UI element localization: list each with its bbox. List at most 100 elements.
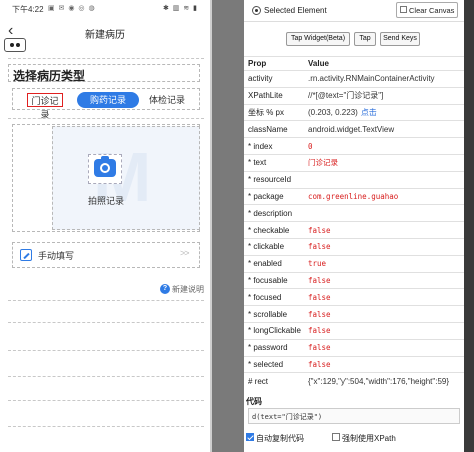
selected-element-radio[interactable] [252,6,261,15]
prop-value-text: 0 [308,141,313,151]
table-row: * resourceId [244,170,464,189]
prop-name-cell: * longClickable [244,321,304,340]
force-xpath-checkbox[interactable] [332,433,340,441]
table-row: * scrollable false [244,305,464,323]
divider-edge [210,0,212,452]
prop-value-cell: false [304,305,464,323]
prop-value-cell: com.greenline.guahao [304,187,464,205]
help-link[interactable]: 新建说明 [172,284,204,295]
notification-icons: ▣ ✉ ◉ ◎ ◍ [48,5,96,12]
window-edge [464,0,474,452]
camera-icon-bump [101,156,109,160]
prop-name-cell: * enabled [244,254,304,273]
tab-outpatient-record[interactable]: 门诊记录 [27,93,63,120]
properties-body: activity .rn.activity.RNMainContainerActi… [244,70,464,390]
prop-value-text: com.greenline.guahao [308,191,399,201]
divider-line [8,376,204,377]
table-row: * clickable false [244,237,464,256]
column-header-prop: Prop [244,56,304,71]
auto-copy-checkbox[interactable] [246,433,254,441]
send-keys-button[interactable]: Send Keys [380,32,420,46]
force-xpath-label: 强制使用XPath [342,434,396,443]
phone-screen: 下午4:22 ▣ ✉ ◉ ◎ ◍ ✱ ▥ ≋ ▮ ‹ 新建病历 选择病历类型 门… [0,0,210,452]
prop-value-text: android.widget.TextView [308,124,395,134]
tap-widget-button[interactable]: Tap Widget(Beta) [286,32,350,46]
clear-canvas-checkbox[interactable] [400,6,407,13]
table-header-row: Prop Value [244,56,464,71]
nav-bar: ‹ 新建病历 [0,18,210,46]
selected-element-label: Selected Element [264,6,327,15]
properties-table: Prop Value activity .rn.activity.RNMainCo… [244,56,464,390]
prop-value-text: false [308,275,331,285]
prop-name-cell: * focusable [244,271,304,289]
column-header-value: Value [304,56,464,71]
prop-name-cell: * password [244,338,304,357]
prop-value-text: {"x":129,"y":504,"width":176,"height":59… [308,376,450,386]
prop-value-text: false [308,292,331,302]
camera-icon [94,156,116,177]
system-status-icons: ✱ ▥ ≋ ▮ [162,5,198,12]
table-row: activity .rn.activity.RNMainContainerActi… [244,70,464,88]
prop-value-cell: .rn.activity.RNMainContainerActivity [304,70,464,88]
prop-value-text: (0.203, 0.223) [308,107,358,117]
inspector-float-icon[interactable] [4,38,26,52]
prop-name-cell: # rect [244,372,304,390]
divider-line [8,322,204,323]
divider-line [8,426,204,427]
prop-name-cell: * package [244,187,304,205]
tap-button[interactable]: Tap [354,32,376,46]
status-bar: 下午4:22 ▣ ✉ ◉ ◎ ◍ ✱ ▥ ≋ ▮ [0,0,210,16]
table-row: * description [244,204,464,222]
page-title: 新建病历 [85,30,125,41]
section-heading: 选择病历类型 [8,64,200,83]
prop-value-text: //*[@text="门诊记录"] [308,91,384,101]
prop-value-text: false [308,225,331,235]
prop-value-cell: false [304,237,464,256]
panel-divider[interactable] [210,0,244,452]
table-row: # rect {"x":129,"y":504,"width":176,"heig… [244,372,464,390]
help-icon[interactable]: ? [160,284,170,294]
prop-name-cell: * clickable [244,237,304,256]
prop-name-cell: * scrollable [244,305,304,323]
tap-coordinate-link[interactable]: 点击 [361,108,377,117]
prop-name-cell: activity [244,70,304,88]
prop-value-cell: android.widget.TextView [304,120,464,138]
prop-value-text: true [308,259,327,269]
table-row: * focusable false [244,271,464,289]
prop-value-cell: false [304,271,464,289]
divider-line [8,118,204,119]
record-type-tabs: 门诊记录 购药记录 体检记录 [12,88,200,120]
table-row: * longClickable false [244,321,464,340]
table-row: className android.widget.TextView [244,120,464,138]
prop-value-text: false [308,359,331,369]
prop-value-cell: (0.203, 0.223) 点击 [304,103,464,121]
prop-value-cell: 门诊记录 [304,153,464,172]
table-row: * password false [244,338,464,357]
divider-line [8,350,204,351]
tab-checkup-record[interactable]: 体检记录 [147,93,187,107]
float-eye-right [16,43,20,47]
code-heading: 代码 [246,397,262,406]
table-row: * index 0 [244,137,464,155]
tab-medicine-record[interactable]: 购药记录 [77,92,139,108]
prop-value-cell: false [304,221,464,239]
photo-record-area[interactable]: M [52,126,200,230]
float-eye-left [10,43,14,47]
table-row: * enabled true [244,254,464,273]
camera-icon-lens-inner [102,165,108,171]
chevron-right-icon: >> [180,248,189,258]
prop-name-cell: * selected [244,355,304,373]
clear-canvas-label: Clear Canvas [409,6,455,15]
edit-icon [20,249,32,261]
divider-line [8,300,204,301]
prop-value-text: false [308,343,331,353]
prop-value-text: 门诊记录 [308,158,338,168]
prop-value-cell: true [304,254,464,273]
photo-record-label: 拍照记录 [87,196,124,206]
heading-text: 选择病历类型 [13,69,86,83]
table-row: * selected false [244,355,464,373]
prop-name-cell: XPathLite [244,86,304,105]
prop-value-text: false [308,309,331,319]
prop-value-cell: false [304,321,464,340]
table-row: 坐标 % px (0.203, 0.223) 点击 [244,103,464,121]
